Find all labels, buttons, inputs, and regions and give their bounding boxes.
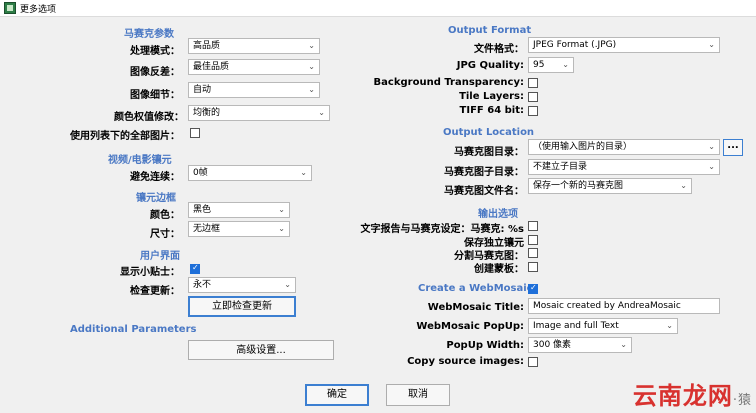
use-all-checkbox[interactable]: [190, 128, 200, 138]
output-location-heading: Output Location: [443, 127, 535, 138]
bg-transparency-checkbox[interactable]: [528, 78, 538, 88]
advanced-settings-button[interactable]: 高级设置...: [188, 340, 334, 360]
chevron-down-icon: ⌄: [308, 85, 315, 94]
image-inversion-label: 图像反差：: [130, 67, 180, 78]
tiff64-checkbox[interactable]: [528, 106, 538, 116]
chevron-down-icon: ⌄: [278, 224, 285, 233]
chevron-down-icon: ⌄: [620, 340, 627, 349]
file-format-label: 文件格式：: [474, 44, 524, 55]
popup-width-select[interactable]: 300 像素 ⌄: [528, 337, 632, 353]
tiff64-label: TIFF 64 bit:: [459, 105, 524, 116]
tile-layers-checkbox[interactable]: [528, 92, 538, 102]
text-report-checkbox[interactable]: [528, 221, 538, 231]
border-color-select[interactable]: 黑色 ⌄: [188, 202, 290, 218]
copy-source-label: Copy source images:: [407, 356, 524, 367]
chevron-down-icon: ⌄: [562, 60, 569, 69]
webmosaic-title-label: WebMosaic Title:: [427, 302, 524, 313]
jpg-quality-label: JPG Quality:: [456, 60, 524, 71]
check-update-select[interactable]: 永不 ⌄: [188, 277, 296, 293]
output-format-heading: Output Format: [448, 25, 532, 36]
avoid-continuous-label: 避免连续：: [130, 172, 180, 183]
chevron-down-icon: ⌄: [708, 40, 715, 49]
image-detail-select[interactable]: 自动 ⌄: [188, 82, 320, 98]
webmosaic-popup-select[interactable]: Image and full Text ⌄: [528, 318, 678, 334]
video-heading: 视频/电影镶元: [108, 155, 172, 166]
mosaic-subdir-select[interactable]: 不建立子目录 ⌄: [528, 159, 720, 175]
chevron-down-icon: ⌄: [680, 181, 687, 190]
popup-width-label: PopUp Width:: [446, 340, 524, 351]
chevron-down-icon: ⌄: [708, 142, 715, 151]
border-heading: 镶元边框: [136, 193, 176, 204]
mosaic-dir-select[interactable]: （使用输入图片的目录） ⌄: [528, 139, 720, 155]
tile-layers-label: Tile Layers:: [459, 91, 524, 102]
chevron-down-icon: ⌄: [308, 41, 315, 50]
show-tips-checkbox[interactable]: [190, 263, 200, 274]
text-report-label: 文字报告与马赛克设定：马赛克: %s: [360, 224, 524, 235]
image-inversion-select[interactable]: 最佳品质 ⌄: [188, 59, 320, 75]
processing-mode-label: 处理模式：: [130, 46, 180, 57]
mosaic-filename-select[interactable]: 保存一个新的马赛克图 ⌄: [528, 178, 692, 194]
avoid-continuous-select[interactable]: 0帧 ⌄: [188, 165, 312, 181]
cancel-button[interactable]: 取消: [386, 384, 450, 406]
bg-transparency-label: Background Transparency:: [373, 77, 524, 88]
watermark: 云南龙网·猿: [632, 382, 752, 410]
create-mask-checkbox[interactable]: [528, 262, 538, 272]
image-detail-label: 图像细节：: [130, 90, 180, 101]
additional-params-heading: Additional Parameters: [70, 324, 197, 335]
chevron-down-icon: ⌄: [284, 280, 291, 289]
ok-button[interactable]: 确定: [305, 384, 369, 406]
border-size-label: 尺寸：: [150, 229, 180, 240]
chevron-down-icon: ⌄: [318, 108, 325, 117]
save-tiles-checkbox[interactable]: [528, 235, 538, 245]
webmosaic-checkbox[interactable]: [528, 283, 538, 294]
border-size-select[interactable]: 无边框 ⌄: [188, 221, 290, 237]
chevron-down-icon: ⌄: [278, 205, 285, 214]
mosaic-subdir-label: 马赛克图子目录：: [444, 167, 524, 178]
processing-mode-select[interactable]: 高品质 ⌄: [188, 38, 320, 54]
chevron-down-icon: ⌄: [300, 168, 307, 177]
mosaic-params-heading: 马赛克参数: [124, 29, 174, 40]
split-mosaic-checkbox[interactable]: [528, 248, 538, 258]
jpg-quality-select[interactable]: 95 ⌄: [528, 57, 574, 73]
show-tips-label: 显示小贴士：: [120, 267, 180, 278]
file-format-select[interactable]: JPEG Format (.JPG) ⌄: [528, 37, 720, 53]
check-update-label: 检查更新：: [130, 286, 180, 297]
webmosaic-title-input[interactable]: Mosaic created by AndreaMosaic: [528, 298, 720, 314]
border-color-label: 颜色：: [150, 210, 180, 221]
webmosaic-popup-label: WebMosaic PopUp:: [416, 321, 524, 332]
copy-source-checkbox[interactable]: [528, 357, 538, 367]
output-options-heading: 输出选项: [478, 209, 518, 220]
check-now-button[interactable]: 立即检查更新: [188, 296, 296, 317]
browse-button[interactable]: ...: [723, 139, 743, 156]
mosaic-dir-label: 马赛克图目录：: [454, 147, 524, 158]
use-all-label: 使用列表下的全部图片：: [70, 131, 180, 142]
chevron-down-icon: ⌄: [708, 162, 715, 171]
window-title: 更多选项: [20, 4, 57, 15]
color-weight-select[interactable]: 均衡的 ⌄: [188, 105, 330, 121]
app-icon: [4, 2, 16, 14]
create-mask-label: 创建蒙板：: [474, 264, 524, 275]
mosaic-filename-label: 马赛克图文件名：: [444, 186, 524, 197]
chevron-down-icon: ⌄: [666, 321, 673, 330]
title-bar: 更多选项: [0, 0, 756, 17]
ui-heading: 用户界面: [140, 251, 180, 262]
color-weight-label: 颜色权值修改：: [114, 112, 184, 123]
chevron-down-icon: ⌄: [308, 62, 315, 71]
webmosaic-heading: Create a WebMosaic: [418, 283, 533, 294]
